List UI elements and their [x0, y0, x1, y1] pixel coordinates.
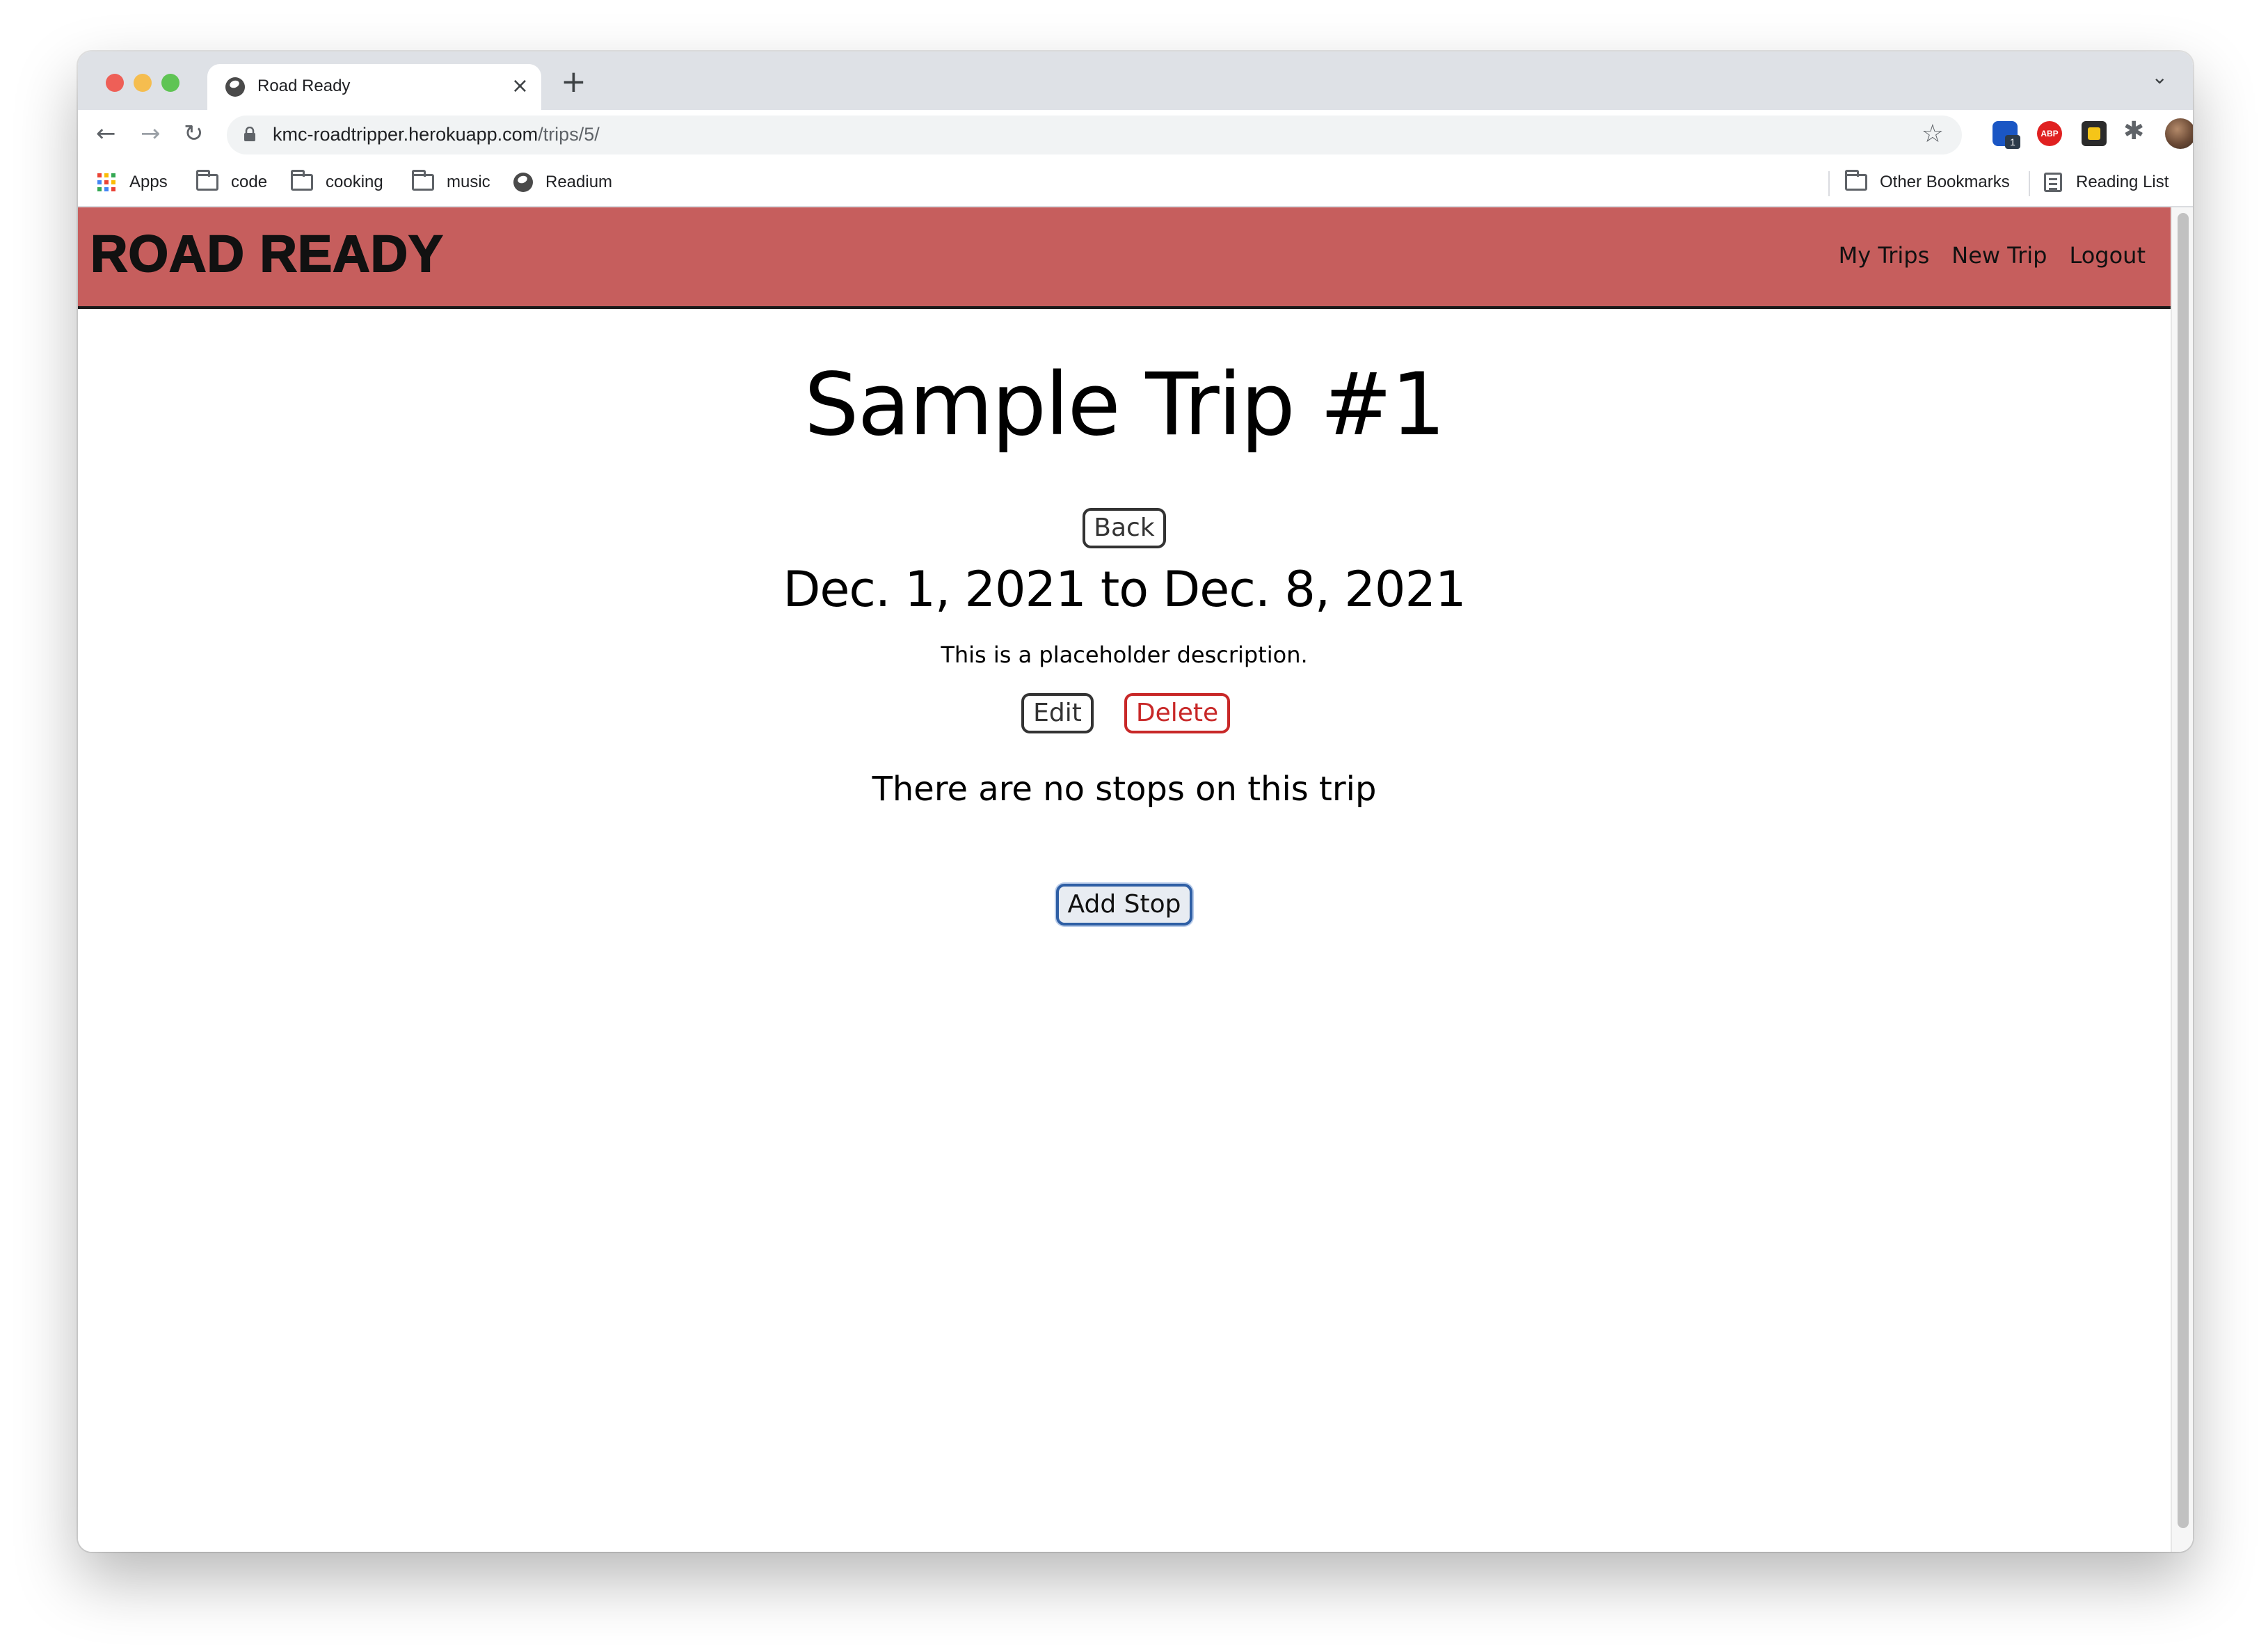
extension-icon[interactable] — [2082, 121, 2107, 146]
browser-toolbar: ← → ↻ kmc-roadtripper.herokuapp.com/trip… — [78, 110, 2193, 159]
scrollbar[interactable] — [2171, 207, 2193, 1552]
page-viewport: ROAD READY My Trips New Trip Logout Samp… — [78, 207, 2193, 1552]
browser-tab[interactable]: Road Ready × — [207, 64, 541, 110]
close-icon[interactable]: × — [511, 72, 529, 100]
globe-icon — [225, 77, 245, 97]
edit-button[interactable]: Edit — [1021, 693, 1094, 733]
trip-dates: Dec. 1, 2021 to Dec. 8, 2021 — [783, 561, 1466, 618]
delete-button[interactable]: Delete — [1124, 693, 1230, 733]
back-arrow-icon[interactable]: ← — [96, 118, 116, 149]
reading-list-icon — [2044, 173, 2062, 192]
site-header: ROAD READY My Trips New Trip Logout — [78, 207, 2171, 309]
chevron-down-icon[interactable]: ⌄ — [2152, 65, 2168, 88]
reload-icon[interactable]: ↻ — [184, 118, 204, 149]
new-tab-button[interactable]: + — [561, 61, 586, 103]
folder-icon — [412, 170, 434, 191]
forward-arrow-icon[interactable]: → — [141, 118, 161, 149]
minimize-window-button[interactable] — [134, 74, 152, 92]
apps-grid-icon — [97, 173, 115, 191]
puzzle-icon[interactable]: ✱ — [2123, 117, 2144, 145]
bookmarks-divider — [1828, 171, 1830, 196]
lock-icon — [244, 127, 255, 141]
back-button[interactable]: Back — [1083, 508, 1166, 548]
trip-description: This is a placeholder description. — [941, 642, 1308, 668]
tab-strip: Road Ready × + ⌄ — [78, 51, 2193, 110]
empty-stops-message: There are no stops on this trip — [872, 770, 1377, 809]
bookmarks-divider — [2029, 171, 2030, 196]
tab-title: Road Ready — [257, 77, 351, 95]
bookmark-music[interactable]: music — [412, 170, 490, 192]
folder-icon — [291, 170, 313, 191]
bookmark-readium[interactable]: Readium — [513, 173, 612, 192]
extension-badge: 1 — [2005, 135, 2020, 149]
scrollbar-thumb[interactable] — [2178, 213, 2189, 1528]
maximize-window-button[interactable] — [161, 74, 179, 92]
bookmark-reading-list[interactable]: Reading List — [2044, 173, 2169, 192]
bookmark-code[interactable]: code — [196, 170, 267, 192]
page-title: Sample Trip #1 — [804, 355, 1446, 455]
nav-logout[interactable]: Logout — [2069, 242, 2146, 269]
site-nav: My Trips New Trip Logout — [1839, 242, 2146, 269]
bookmarks-bar: Apps code cooking music Readium Other Bo… — [78, 159, 2193, 207]
nav-new-trip[interactable]: New Trip — [1951, 242, 2047, 269]
close-window-button[interactable] — [106, 74, 124, 92]
browser-window: Road Ready × + ⌄ ← → ↻ kmc-roadtripper.h… — [78, 51, 2193, 1552]
adblock-icon[interactable]: ABP — [2037, 121, 2062, 146]
folder-icon — [1845, 170, 1867, 191]
bookmark-apps[interactable]: Apps — [97, 173, 168, 192]
folder-icon — [196, 170, 218, 191]
address-bar[interactable]: kmc-roadtripper.herokuapp.com/trips/5/ ☆ — [227, 116, 1962, 154]
globe-icon — [513, 173, 533, 192]
url-text: kmc-roadtripper.herokuapp.com/trips/5/ — [273, 124, 600, 145]
site-logo[interactable]: ROAD READY — [90, 224, 443, 283]
add-stop-button[interactable]: Add Stop — [1056, 884, 1192, 926]
bookmark-star-icon[interactable]: ☆ — [1922, 120, 1944, 148]
avatar[interactable] — [2165, 118, 2193, 149]
bookmark-cooking[interactable]: cooking — [291, 170, 383, 192]
nav-my-trips[interactable]: My Trips — [1839, 242, 1930, 269]
bookmark-other[interactable]: Other Bookmarks — [1845, 170, 2010, 192]
